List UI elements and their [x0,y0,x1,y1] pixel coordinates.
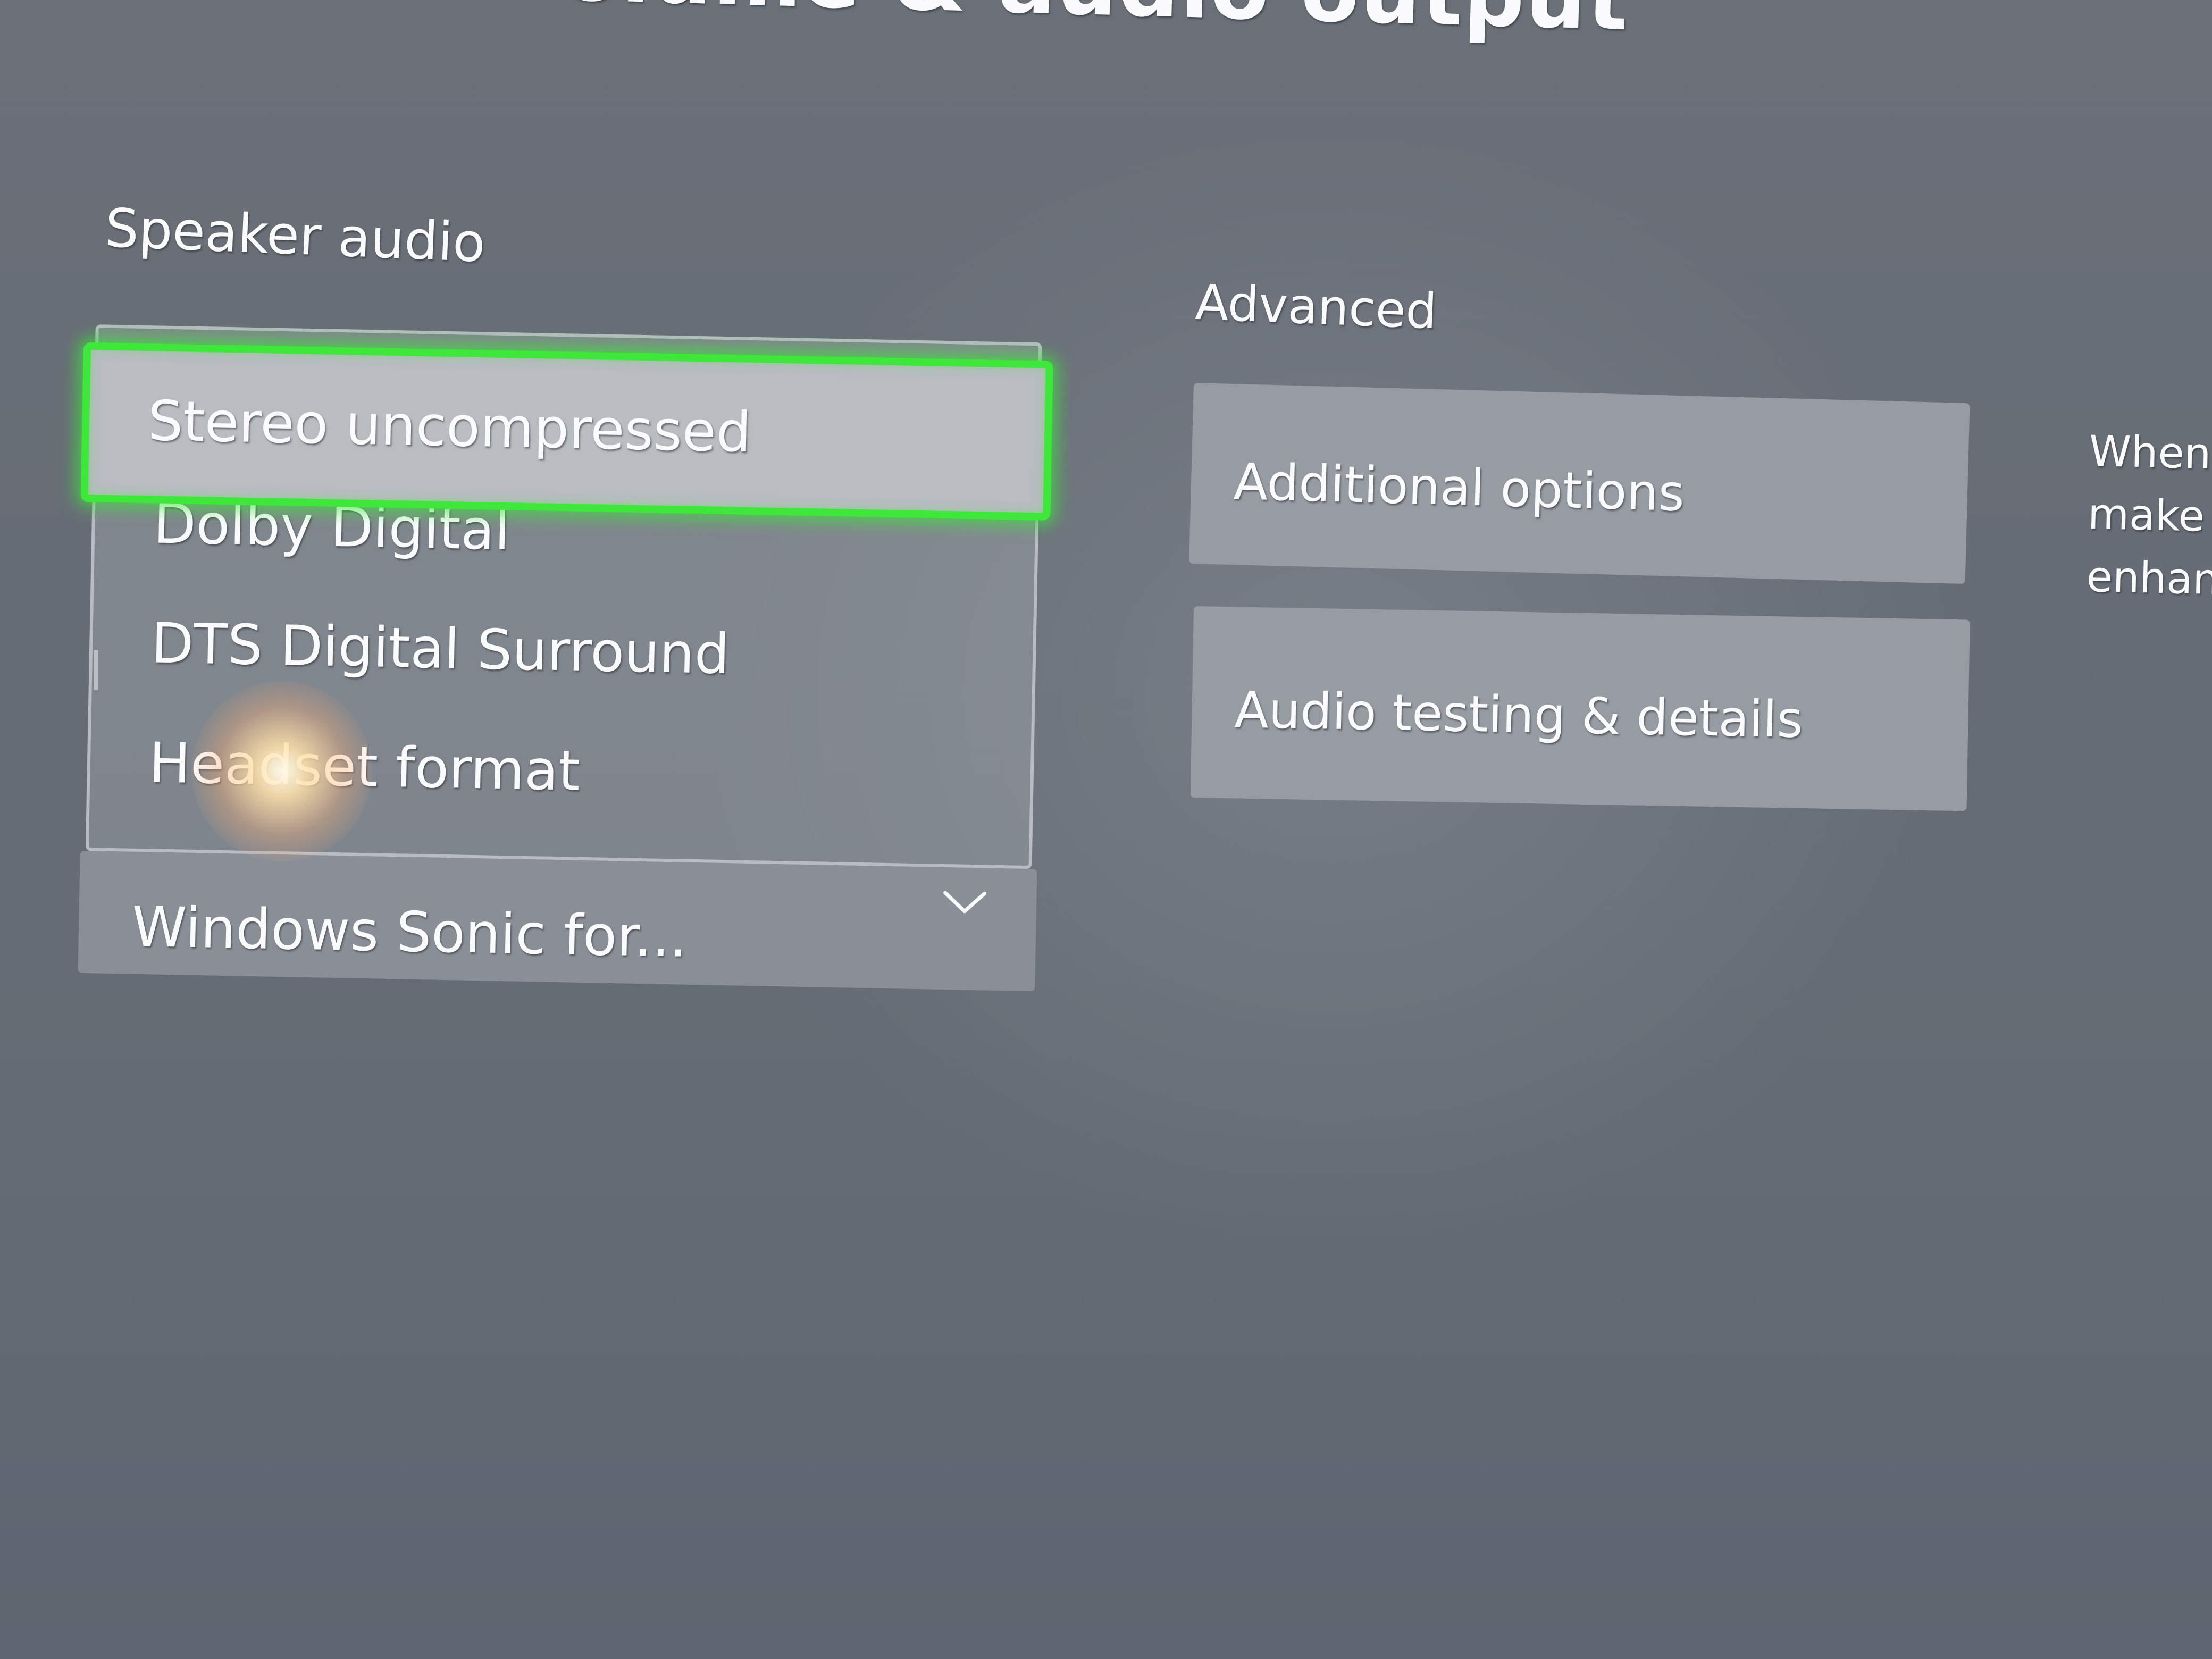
dropdown-option-stereo-uncompressed[interactable]: Stereo uncompressed [80,342,1053,521]
dropdown-option-headset-format[interactable]: Headset format [89,700,1032,840]
option-label: Headset format [148,730,581,803]
dropdown-selected-field[interactable]: Windows Sonic for... [78,850,1037,992]
option-label: DTS Digital Surround [150,610,731,687]
chevron-down-icon [943,891,987,914]
advanced-header: Advanced [1194,274,1438,340]
page-title: olume & audio output [561,0,1630,49]
help-line: enhanc [2085,551,2212,605]
dropdown-option-dts-digital-surround[interactable]: DTS Digital Surround [91,580,1034,720]
tile-label: Audio testing & details [1234,681,1804,750]
tile-label: Additional options [1233,453,1686,523]
dropdown-options-list: Dolby Digital DTS Digital Surround Heads… [80,324,1053,869]
help-line: When [2088,426,2212,479]
speaker-audio-dropdown[interactable]: Windows Sonic for... Dolby Digital DTS D… [78,319,1053,1002]
speaker-audio-header: Speaker audio [104,197,487,274]
xbox-settings-screen: olume & audio output Speaker audio Windo… [0,0,2212,1659]
dropdown-selected-value: Windows Sonic for... [131,894,688,970]
additional-options-button[interactable]: Additional options [1189,383,1970,584]
option-label: Stereo uncompressed [147,388,752,465]
audio-testing-details-button[interactable]: Audio testing & details [1190,606,1970,811]
help-description: When make s enhanc [2086,420,2212,618]
help-line: make s [2087,489,2212,542]
